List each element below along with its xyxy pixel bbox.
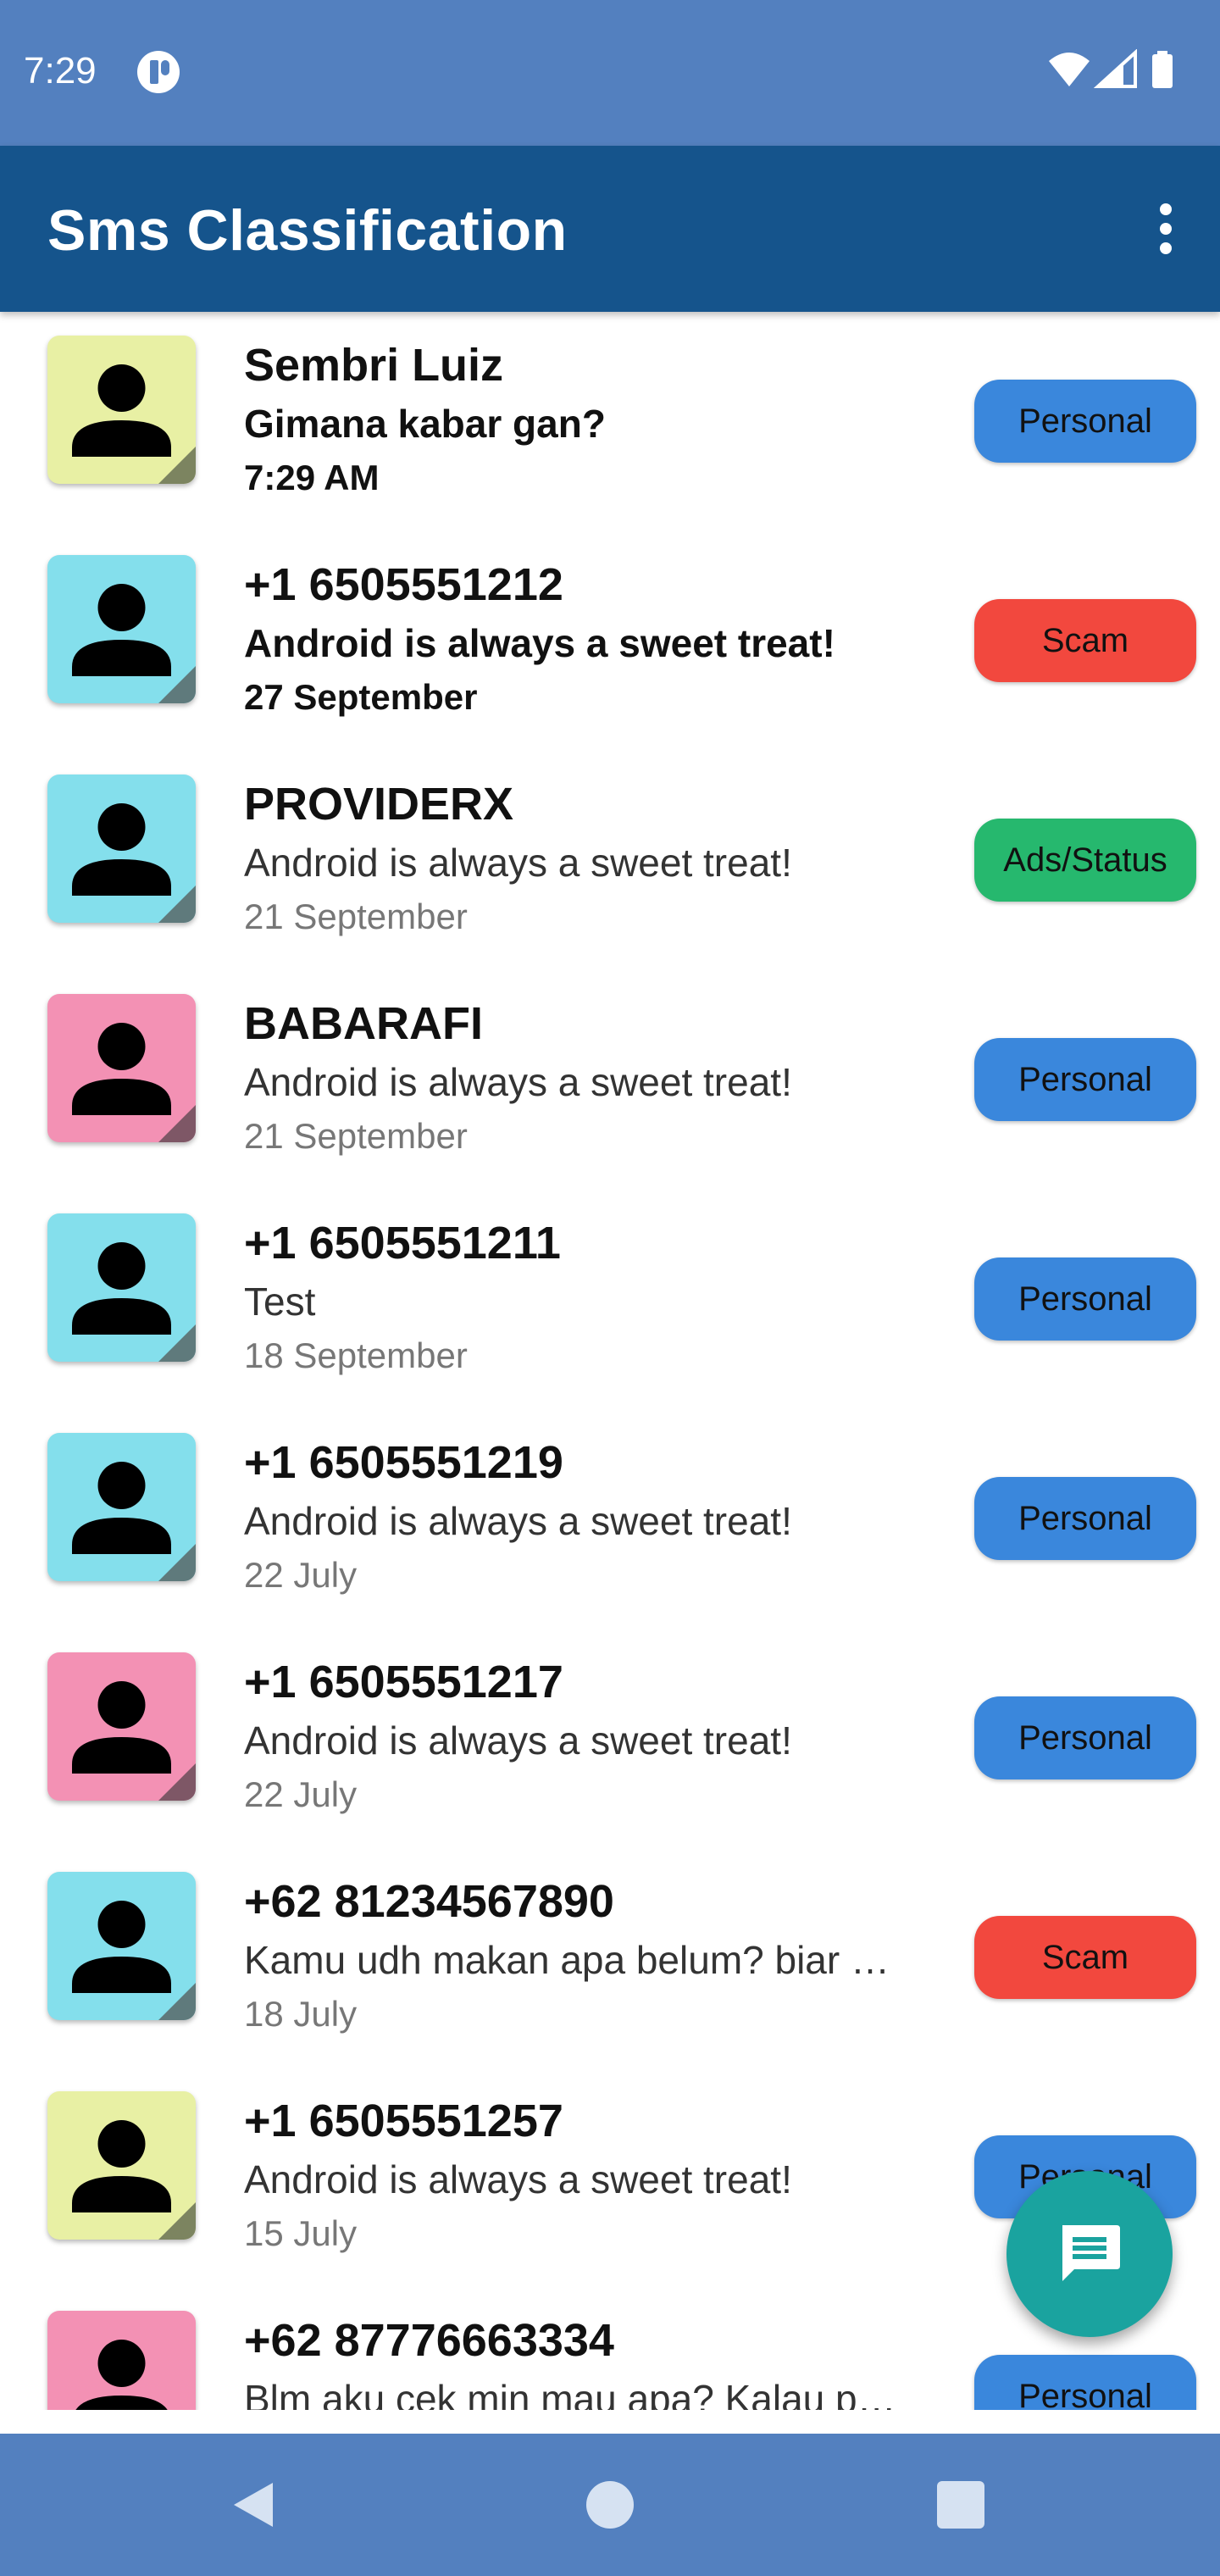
message-date: 22 July [244,1555,358,1595]
classification-badge[interactable]: Personal [974,1477,1196,1560]
list-item[interactable]: +1 6505551219 Android is always a sweet t… [0,1409,1220,1629]
message-date: 27 September [244,677,478,717]
message-preview: Blm aku cek min mau apa? Kalau p… [244,2377,896,2410]
app-bar: Sms Classification [0,146,1220,312]
sender-name: +1 6505551211 [244,1218,561,1269]
list-item[interactable]: +62 81234567890 Kamu udh makan apa belum?… [0,1848,1220,2068]
message-date: 15 July [244,2213,358,2253]
message-preview: Android is always a sweet treat! [244,1060,792,1104]
message-icon [1062,2225,1120,2281]
message-preview: Android is always a sweet treat! [244,621,835,665]
battery-icon [1152,54,1173,88]
message-preview: Test [244,1280,316,1324]
classification-badge[interactable]: Personal [974,1696,1196,1779]
avatar [47,1213,196,1362]
person-icon [75,2340,168,2410]
avatar [47,2311,196,2410]
avatar [47,994,196,1142]
recents-icon[interactable] [937,2481,984,2529]
message-date: 18 September [244,1335,468,1375]
back-icon[interactable] [229,2479,280,2530]
classification-badge[interactable]: Ads/Status [974,819,1196,902]
avatar [47,336,196,484]
message-date: 22 July [244,1774,358,1814]
navigation-bar [0,2434,1220,2576]
list-item[interactable]: PROVIDERX Android is always a sweet treat… [0,751,1220,970]
message-preview: Android is always a sweet treat! [244,2157,792,2201]
classification-badge[interactable]: Personal [974,1038,1196,1121]
sender-name: +62 87776663334 [244,2315,614,2366]
compose-fab[interactable] [1006,2171,1173,2337]
sender-name: PROVIDERX [244,779,514,830]
message-date: 7:29 AM [244,458,380,497]
classification-badge[interactable]: Personal [974,1257,1196,1341]
message-preview: Android is always a sweet treat! [244,1499,792,1543]
sender-name: Sembri Luiz [244,340,504,391]
alert-app-icon [137,51,180,93]
message-date: 21 September [244,897,468,936]
app-title: Sms Classification [47,198,568,263]
avatar [47,774,196,923]
list-item[interactable]: +1 6505551217 Android is always a sweet t… [0,1629,1220,1848]
message-date: 18 July [244,1994,358,2034]
classification-badge[interactable]: Personal [974,380,1196,463]
classification-badge[interactable]: Scam [974,599,1196,682]
avatar [47,1433,196,1581]
message-preview: Kamu udh makan apa belum? biar … [244,1938,890,1982]
list-item[interactable]: +1 6505551211 Test 18 September Personal [0,1190,1220,1409]
sender-name: +1 6505551257 [244,2096,563,2146]
list-item[interactable]: BABARAFI Android is always a sweet treat!… [0,970,1220,1190]
list-item[interactable]: +1 6505551212 Android is always a sweet t… [0,531,1220,751]
avatar [47,1872,196,2020]
sender-name: +1 6505551219 [244,1437,563,1488]
avatar [47,2091,196,2240]
message-preview: Android is always a sweet treat! [244,1718,792,1763]
classification-badge[interactable]: Personal [974,2355,1196,2410]
status-time: 7:29 [24,50,97,92]
message-preview: Android is always a sweet treat! [244,841,792,885]
status-bar: 7:29 [0,0,1220,146]
classification-badge[interactable]: Scam [974,1916,1196,1999]
sender-name: +1 6505551212 [244,559,563,610]
more-vert-icon[interactable] [1145,200,1186,261]
sender-name: +1 6505551217 [244,1657,563,1707]
message-preview: Gimana kabar gan? [244,402,606,446]
home-icon[interactable] [586,2481,634,2529]
avatar [47,1652,196,1801]
message-date: 21 September [244,1116,468,1156]
sender-name: BABARAFI [244,998,483,1049]
message-list[interactable]: Sembri Luiz Gimana kabar gan? 7:29 AM Perso… [0,312,1220,2410]
sender-name: +62 81234567890 [244,1876,614,1927]
list-item[interactable]: Sembri Luiz Gimana kabar gan? 7:29 AM Perso… [0,312,1220,531]
status-icons [1049,49,1173,88]
wifi-icon [1049,53,1090,86]
avatar [47,555,196,703]
